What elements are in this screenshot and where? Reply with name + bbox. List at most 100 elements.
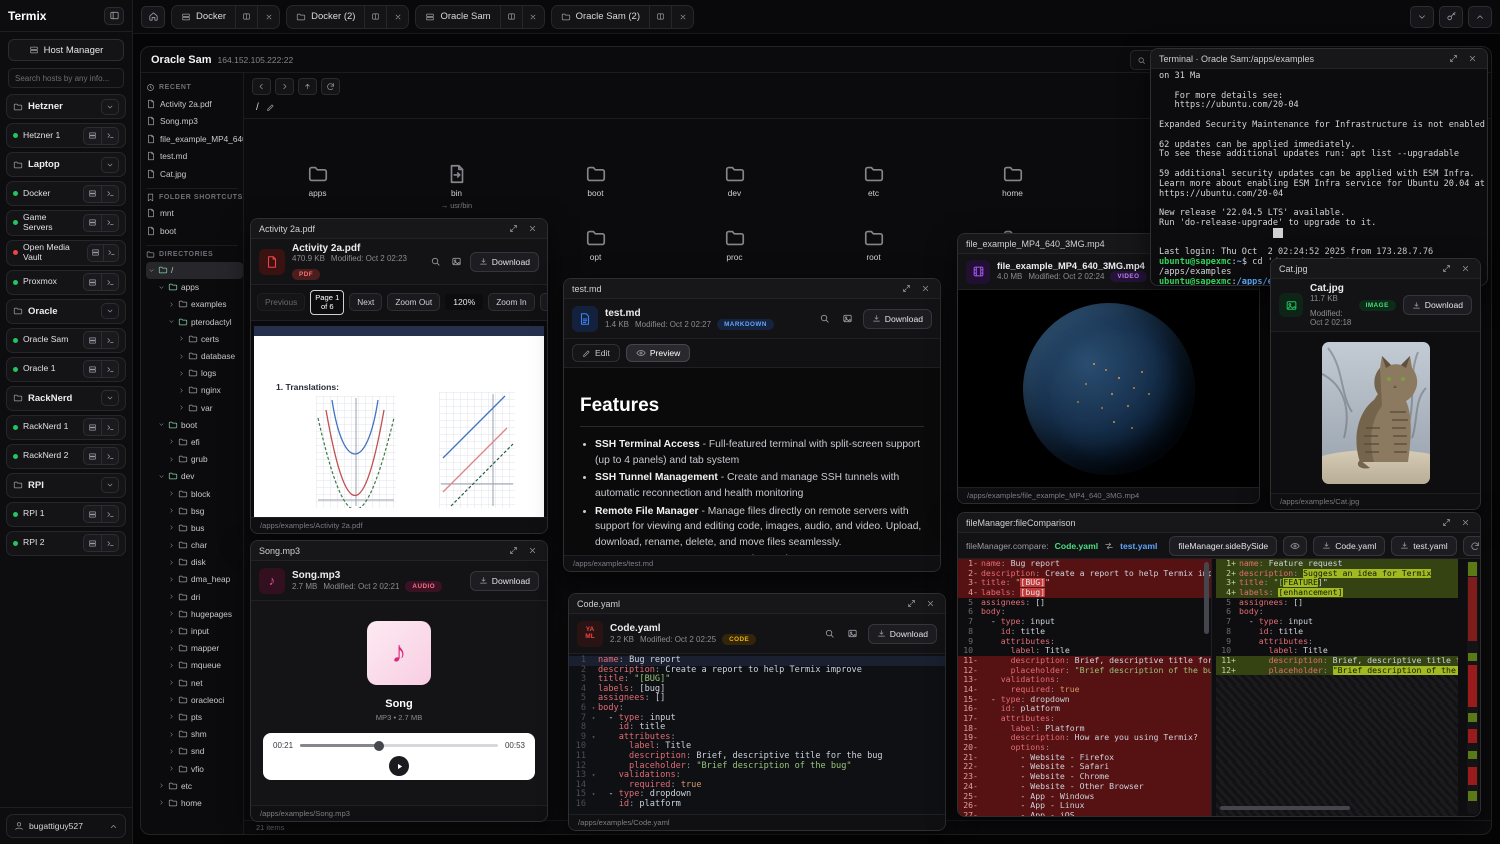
refresh-diff-button[interactable] (1463, 536, 1481, 556)
split-tab-button[interactable] (649, 6, 671, 28)
user-menu[interactable]: bugattiguy527 (6, 814, 126, 838)
download-right-button[interactable]: test.yaml (1391, 536, 1456, 556)
md-titlebar[interactable]: test.md (564, 279, 940, 299)
tree-item-certs[interactable]: certs (146, 330, 243, 347)
open-file-manager-button[interactable] (84, 535, 101, 551)
open-file-manager-button[interactable] (88, 245, 103, 261)
next-page-button[interactable]: Next (349, 293, 382, 311)
shortcut-item[interactable]: boot (146, 222, 243, 240)
credentials-button[interactable] (1439, 6, 1463, 28)
grid-folder-bin[interactable]: bin→ usr/bin (387, 163, 526, 210)
host-item-proxmox[interactable]: Proxmox (6, 270, 126, 295)
download-button[interactable]: Download (470, 571, 539, 591)
tree-item-logs[interactable]: logs (146, 365, 243, 382)
grid-folder-boot[interactable]: boot (526, 163, 665, 198)
sidebar-toggle-button[interactable] (104, 7, 124, 25)
host-item-rpi-2[interactable]: RPI 2 (6, 531, 126, 556)
grid-folder-home[interactable]: home (943, 163, 1082, 198)
previous-page-button[interactable]: Previous (257, 293, 305, 311)
tree-item-home[interactable]: home (146, 794, 243, 811)
collapse-group-button[interactable] (101, 303, 119, 319)
open-file-manager-button[interactable] (84, 186, 101, 202)
tree-item-oracleoci[interactable]: oracleoci (146, 691, 243, 708)
side-by-side-button[interactable]: fileManager.sideBySide (1169, 536, 1277, 556)
expand-icon[interactable] (1447, 52, 1460, 65)
host-manager-button[interactable]: Host Manager (8, 39, 124, 61)
tree-item-boot[interactable]: boot (146, 416, 243, 433)
host-item-docker[interactable]: Docker (6, 181, 126, 206)
recent-file-item[interactable]: test.md (146, 148, 243, 166)
swap-icon[interactable] (1104, 541, 1114, 551)
back-button[interactable] (252, 78, 271, 95)
tree-item-apps[interactable]: apps (146, 279, 243, 296)
tree-item-mqueue[interactable]: mqueue (146, 657, 243, 674)
host-group-oracle[interactable]: Oracle (6, 299, 126, 324)
grid-folder-root[interactable]: root (804, 227, 943, 262)
collapse-button[interactable] (1410, 6, 1434, 28)
close-tab-button[interactable] (522, 6, 544, 28)
toggle-view-button[interactable] (1283, 536, 1307, 556)
right-hscrollbar[interactable] (1220, 806, 1350, 810)
tree-item-dev[interactable]: dev (146, 468, 243, 485)
zoom-out-button[interactable]: Zoom Out (387, 293, 440, 311)
open-file-manager-button[interactable] (84, 128, 101, 144)
preview-icon[interactable] (845, 626, 861, 642)
tree-item-snd[interactable]: snd (146, 743, 243, 760)
expand-icon[interactable] (1440, 516, 1453, 529)
expand-panel-button[interactable] (1468, 6, 1492, 28)
pdf-titlebar[interactable]: Activity 2a.pdf (251, 219, 547, 239)
tree-item-shm[interactable]: shm (146, 726, 243, 743)
tab-docker[interactable]: Docker (171, 5, 280, 29)
open-terminal-button[interactable] (101, 506, 118, 522)
preview-icon[interactable] (840, 311, 856, 327)
close-tab-button[interactable] (671, 6, 693, 28)
host-item-hetzner-1[interactable]: Hetzner 1 (6, 123, 126, 148)
search-icon[interactable] (822, 626, 838, 642)
play-button[interactable] (389, 756, 409, 776)
split-tab-button[interactable] (364, 6, 386, 28)
recent-file-item[interactable]: Cat.jpg (146, 165, 243, 183)
host-search-input[interactable]: Search hosts by any info... (8, 68, 124, 88)
collapse-group-button[interactable] (101, 99, 119, 115)
download-button[interactable]: Download (863, 309, 932, 329)
tree-item-net[interactable]: net (146, 674, 243, 691)
tree-item-nginx[interactable]: nginx (146, 382, 243, 399)
tree-item-etc[interactable]: etc (146, 777, 243, 794)
open-file-manager-button[interactable] (84, 274, 101, 290)
tree-item-input[interactable]: input (146, 622, 243, 639)
comparison-titlebar[interactable]: fileManager:fileComparison (958, 513, 1480, 533)
host-item-oracle-sam[interactable]: Oracle Sam (6, 328, 126, 353)
split-tab-button[interactable] (235, 6, 257, 28)
recent-file-item[interactable]: Song.mp3 (146, 113, 243, 131)
tree-item-database[interactable]: database (146, 347, 243, 364)
open-terminal-button[interactable] (101, 448, 118, 464)
terminal-output[interactable]: on 31 Ma For more details see: https://u… (1151, 69, 1487, 285)
close-tab-button[interactable] (386, 6, 408, 28)
collapse-group-button[interactable] (101, 477, 119, 493)
recent-file-item[interactable]: Activity 2a.pdf (146, 95, 243, 113)
open-file-manager-button[interactable] (84, 332, 101, 348)
host-item-oracle-1[interactable]: Oracle 1 (6, 357, 126, 382)
host-item-game-servers[interactable]: Game Servers (6, 210, 126, 236)
host-item-racknerd-2[interactable]: RackNerd 2 (6, 444, 126, 469)
code-editor[interactable]: 1 name: Bug report2 description: Create … (569, 654, 945, 814)
tree-item-var[interactable]: var (146, 399, 243, 416)
close-icon[interactable] (1466, 52, 1479, 65)
search-icon[interactable] (817, 311, 833, 327)
open-file-manager-button[interactable] (84, 506, 101, 522)
expand-icon[interactable] (1440, 262, 1453, 275)
download-button[interactable]: Download (470, 252, 539, 272)
open-terminal-button[interactable] (101, 419, 118, 435)
open-file-manager-button[interactable] (84, 419, 101, 435)
tree-item-char[interactable]: char (146, 537, 243, 554)
tree-item-bsg[interactable]: bsg (146, 502, 243, 519)
open-file-manager-button[interactable] (84, 215, 101, 231)
tree-item-block[interactable]: block (146, 485, 243, 502)
expand-icon[interactable] (507, 222, 520, 235)
refresh-button[interactable] (321, 78, 340, 95)
video-frame[interactable] (958, 290, 1259, 487)
diff-pane-left[interactable]: 1-name: Bug report2-description: Create … (958, 559, 1212, 816)
close-icon[interactable] (526, 544, 539, 557)
host-group-laptop[interactable]: Laptop (6, 152, 126, 177)
collapse-group-button[interactable] (101, 390, 119, 406)
